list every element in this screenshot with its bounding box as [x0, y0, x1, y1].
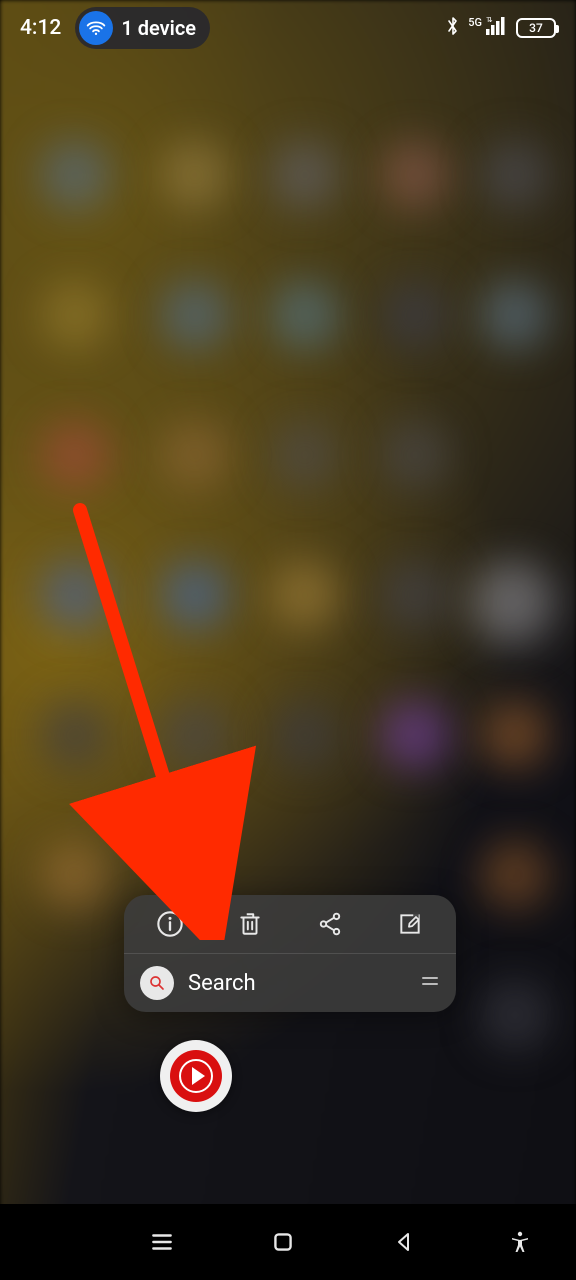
bg-blob	[480, 700, 550, 770]
search-label: Search	[188, 971, 406, 996]
bg-blob	[160, 280, 230, 350]
bg-blob	[160, 140, 230, 210]
search-icon	[140, 966, 174, 1000]
status-bar: 4:12 1 device 5G	[0, 0, 576, 56]
bg-blob	[270, 700, 340, 770]
bg-blob	[480, 840, 550, 910]
bg-blob	[480, 140, 550, 210]
bg-blob	[160, 420, 230, 490]
bg-blob	[480, 280, 550, 350]
signal-icon: ⇅	[486, 16, 508, 40]
recents-button[interactable]	[132, 1212, 192, 1272]
bg-blob	[40, 140, 110, 210]
status-clock: 4:12	[20, 16, 61, 40]
home-button[interactable]	[253, 1212, 313, 1272]
bg-blob	[380, 140, 450, 210]
connected-device-chip[interactable]: 1 device	[75, 7, 210, 49]
bg-blob	[480, 980, 550, 1050]
bg-blob	[270, 140, 340, 210]
bg-blob	[270, 560, 340, 630]
status-left: 4:12 1 device	[20, 7, 210, 49]
wifi-icon	[79, 11, 113, 45]
popup-action-row	[124, 895, 456, 953]
youtube-music-icon	[170, 1050, 222, 1102]
svg-text:⇅: ⇅	[486, 17, 493, 24]
connected-device-text: 1 device	[121, 16, 196, 40]
bg-blob	[40, 560, 110, 630]
youtube-music-app-icon[interactable]	[160, 1040, 232, 1112]
bg-blob	[160, 700, 230, 770]
battery-percent: 37	[529, 21, 543, 35]
navigation-bar	[0, 1204, 576, 1280]
bg-blob	[40, 420, 110, 490]
status-right: 5G ⇅ 37	[446, 15, 556, 42]
battery-indicator: 37	[516, 18, 556, 38]
bg-blob	[40, 700, 110, 770]
bluetooth-icon	[446, 15, 460, 42]
accessibility-button[interactable]	[495, 1212, 545, 1272]
bg-blob	[380, 280, 450, 350]
app-context-popup: Search	[124, 895, 456, 1012]
bg-blob	[380, 420, 450, 490]
search-widget-row[interactable]: Search	[124, 954, 456, 1012]
back-button[interactable]	[374, 1212, 434, 1272]
info-button[interactable]	[141, 895, 199, 953]
bg-blob	[380, 700, 450, 770]
bg-blob	[160, 560, 230, 630]
share-button[interactable]	[301, 895, 359, 953]
delete-button[interactable]	[221, 895, 279, 953]
bg-blob	[470, 560, 555, 645]
bg-blob	[270, 420, 340, 490]
bg-blob	[380, 560, 450, 630]
drag-handle-icon[interactable]	[420, 971, 440, 995]
bg-blob	[270, 280, 340, 350]
bg-blob	[40, 840, 110, 910]
edit-button[interactable]	[381, 895, 439, 953]
network-type-label: 5G	[468, 16, 482, 29]
bg-blob	[40, 280, 110, 350]
